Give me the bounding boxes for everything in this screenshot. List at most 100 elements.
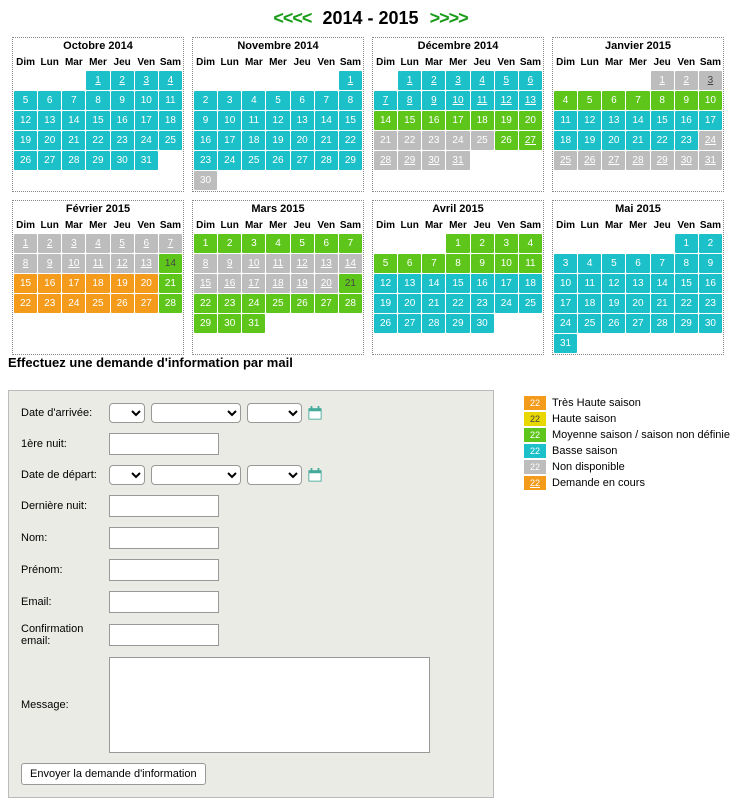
day-cell[interactable]: 13 <box>519 91 542 110</box>
day-cell[interactable]: 18 <box>519 274 542 293</box>
day-cell[interactable]: 11 <box>242 111 265 130</box>
day-cell[interactable]: 25 <box>471 131 494 150</box>
day-cell[interactable]: 23 <box>675 131 698 150</box>
day-cell[interactable]: 10 <box>242 254 265 273</box>
day-cell[interactable]: 31 <box>554 334 577 353</box>
day-cell[interactable]: 14 <box>62 111 85 130</box>
day-cell[interactable]: 28 <box>315 151 338 170</box>
day-cell[interactable]: 16 <box>471 274 494 293</box>
day-cell[interactable]: 16 <box>111 111 134 130</box>
day-cell[interactable]: 25 <box>578 314 601 333</box>
day-cell[interactable]: 10 <box>446 91 469 110</box>
day-cell[interactable]: 16 <box>218 274 241 293</box>
day-cell[interactable]: 22 <box>194 294 217 313</box>
day-cell[interactable]: 24 <box>135 131 158 150</box>
day-cell[interactable]: 6 <box>38 91 61 110</box>
day-cell[interactable]: 13 <box>135 254 158 273</box>
day-cell[interactable]: 2 <box>471 234 494 253</box>
day-cell[interactable]: 1 <box>14 234 37 253</box>
day-cell[interactable]: 15 <box>446 274 469 293</box>
day-cell[interactable]: 2 <box>675 71 698 90</box>
day-cell[interactable]: 6 <box>315 234 338 253</box>
day-cell[interactable]: 23 <box>422 131 445 150</box>
day-cell[interactable]: 16 <box>699 274 722 293</box>
next-year-arrows[interactable]: >>>> <box>430 8 468 28</box>
day-cell[interactable]: 2 <box>111 71 134 90</box>
day-cell[interactable]: 16 <box>38 274 61 293</box>
day-cell[interactable]: 10 <box>62 254 85 273</box>
day-cell[interactable]: 16 <box>422 111 445 130</box>
day-cell[interactable]: 3 <box>62 234 85 253</box>
day-cell[interactable]: 1 <box>446 234 469 253</box>
day-cell[interactable]: 21 <box>651 294 674 313</box>
day-cell[interactable]: 29 <box>339 151 362 170</box>
day-cell[interactable]: 27 <box>38 151 61 170</box>
day-cell[interactable]: 12 <box>495 91 518 110</box>
day-cell[interactable]: 30 <box>675 151 698 170</box>
day-cell[interactable]: 9 <box>218 254 241 273</box>
depart-year-select[interactable] <box>247 465 302 485</box>
day-cell[interactable]: 17 <box>495 274 518 293</box>
calendar-icon[interactable] <box>308 468 322 482</box>
arrive-year-select[interactable] <box>247 403 302 423</box>
day-cell[interactable]: 9 <box>194 111 217 130</box>
day-cell[interactable]: 14 <box>159 254 182 273</box>
day-cell[interactable]: 26 <box>266 151 289 170</box>
day-cell[interactable]: 27 <box>315 294 338 313</box>
day-cell[interactable]: 26 <box>495 131 518 150</box>
nom-input[interactable] <box>109 527 219 549</box>
day-cell[interactable]: 2 <box>699 234 722 253</box>
day-cell[interactable]: 10 <box>135 91 158 110</box>
day-cell[interactable]: 21 <box>626 131 649 150</box>
day-cell[interactable]: 4 <box>159 71 182 90</box>
day-cell[interactable]: 9 <box>675 91 698 110</box>
day-cell[interactable]: 6 <box>519 71 542 90</box>
day-cell[interactable]: 4 <box>242 91 265 110</box>
day-cell[interactable]: 24 <box>62 294 85 313</box>
day-cell[interactable]: 15 <box>398 111 421 130</box>
day-cell[interactable]: 1 <box>398 71 421 90</box>
day-cell[interactable]: 4 <box>519 234 542 253</box>
day-cell[interactable]: 12 <box>14 111 37 130</box>
day-cell[interactable]: 17 <box>242 274 265 293</box>
day-cell[interactable]: 1 <box>675 234 698 253</box>
day-cell[interactable]: 20 <box>315 274 338 293</box>
day-cell[interactable]: 16 <box>194 131 217 150</box>
day-cell[interactable]: 25 <box>86 294 109 313</box>
day-cell[interactable]: 7 <box>626 91 649 110</box>
day-cell[interactable]: 21 <box>62 131 85 150</box>
day-cell[interactable]: 2 <box>422 71 445 90</box>
day-cell[interactable]: 31 <box>446 151 469 170</box>
day-cell[interactable]: 13 <box>398 274 421 293</box>
day-cell[interactable]: 28 <box>626 151 649 170</box>
day-cell[interactable]: 18 <box>554 131 577 150</box>
day-cell[interactable]: 7 <box>159 234 182 253</box>
day-cell[interactable]: 17 <box>62 274 85 293</box>
day-cell[interactable]: 3 <box>699 71 722 90</box>
confirm-email-input[interactable] <box>109 624 219 646</box>
day-cell[interactable]: 24 <box>554 314 577 333</box>
day-cell[interactable]: 9 <box>422 91 445 110</box>
day-cell[interactable]: 9 <box>38 254 61 273</box>
day-cell[interactable]: 11 <box>266 254 289 273</box>
day-cell[interactable]: 5 <box>111 234 134 253</box>
day-cell[interactable]: 26 <box>578 151 601 170</box>
day-cell[interactable]: 20 <box>135 274 158 293</box>
day-cell[interactable]: 28 <box>159 294 182 313</box>
day-cell[interactable]: 17 <box>218 131 241 150</box>
submit-button[interactable]: Envoyer la demande d'information <box>21 763 206 785</box>
day-cell[interactable]: 6 <box>135 234 158 253</box>
day-cell[interactable]: 1 <box>339 71 362 90</box>
day-cell[interactable]: 13 <box>315 254 338 273</box>
day-cell[interactable]: 14 <box>626 111 649 130</box>
day-cell[interactable]: 26 <box>111 294 134 313</box>
day-cell[interactable]: 25 <box>242 151 265 170</box>
day-cell[interactable]: 15 <box>339 111 362 130</box>
day-cell[interactable]: 20 <box>602 131 625 150</box>
day-cell[interactable]: 6 <box>626 254 649 273</box>
day-cell[interactable]: 8 <box>398 91 421 110</box>
day-cell[interactable]: 25 <box>519 294 542 313</box>
day-cell[interactable]: 23 <box>111 131 134 150</box>
day-cell[interactable]: 23 <box>699 294 722 313</box>
day-cell[interactable]: 10 <box>218 111 241 130</box>
